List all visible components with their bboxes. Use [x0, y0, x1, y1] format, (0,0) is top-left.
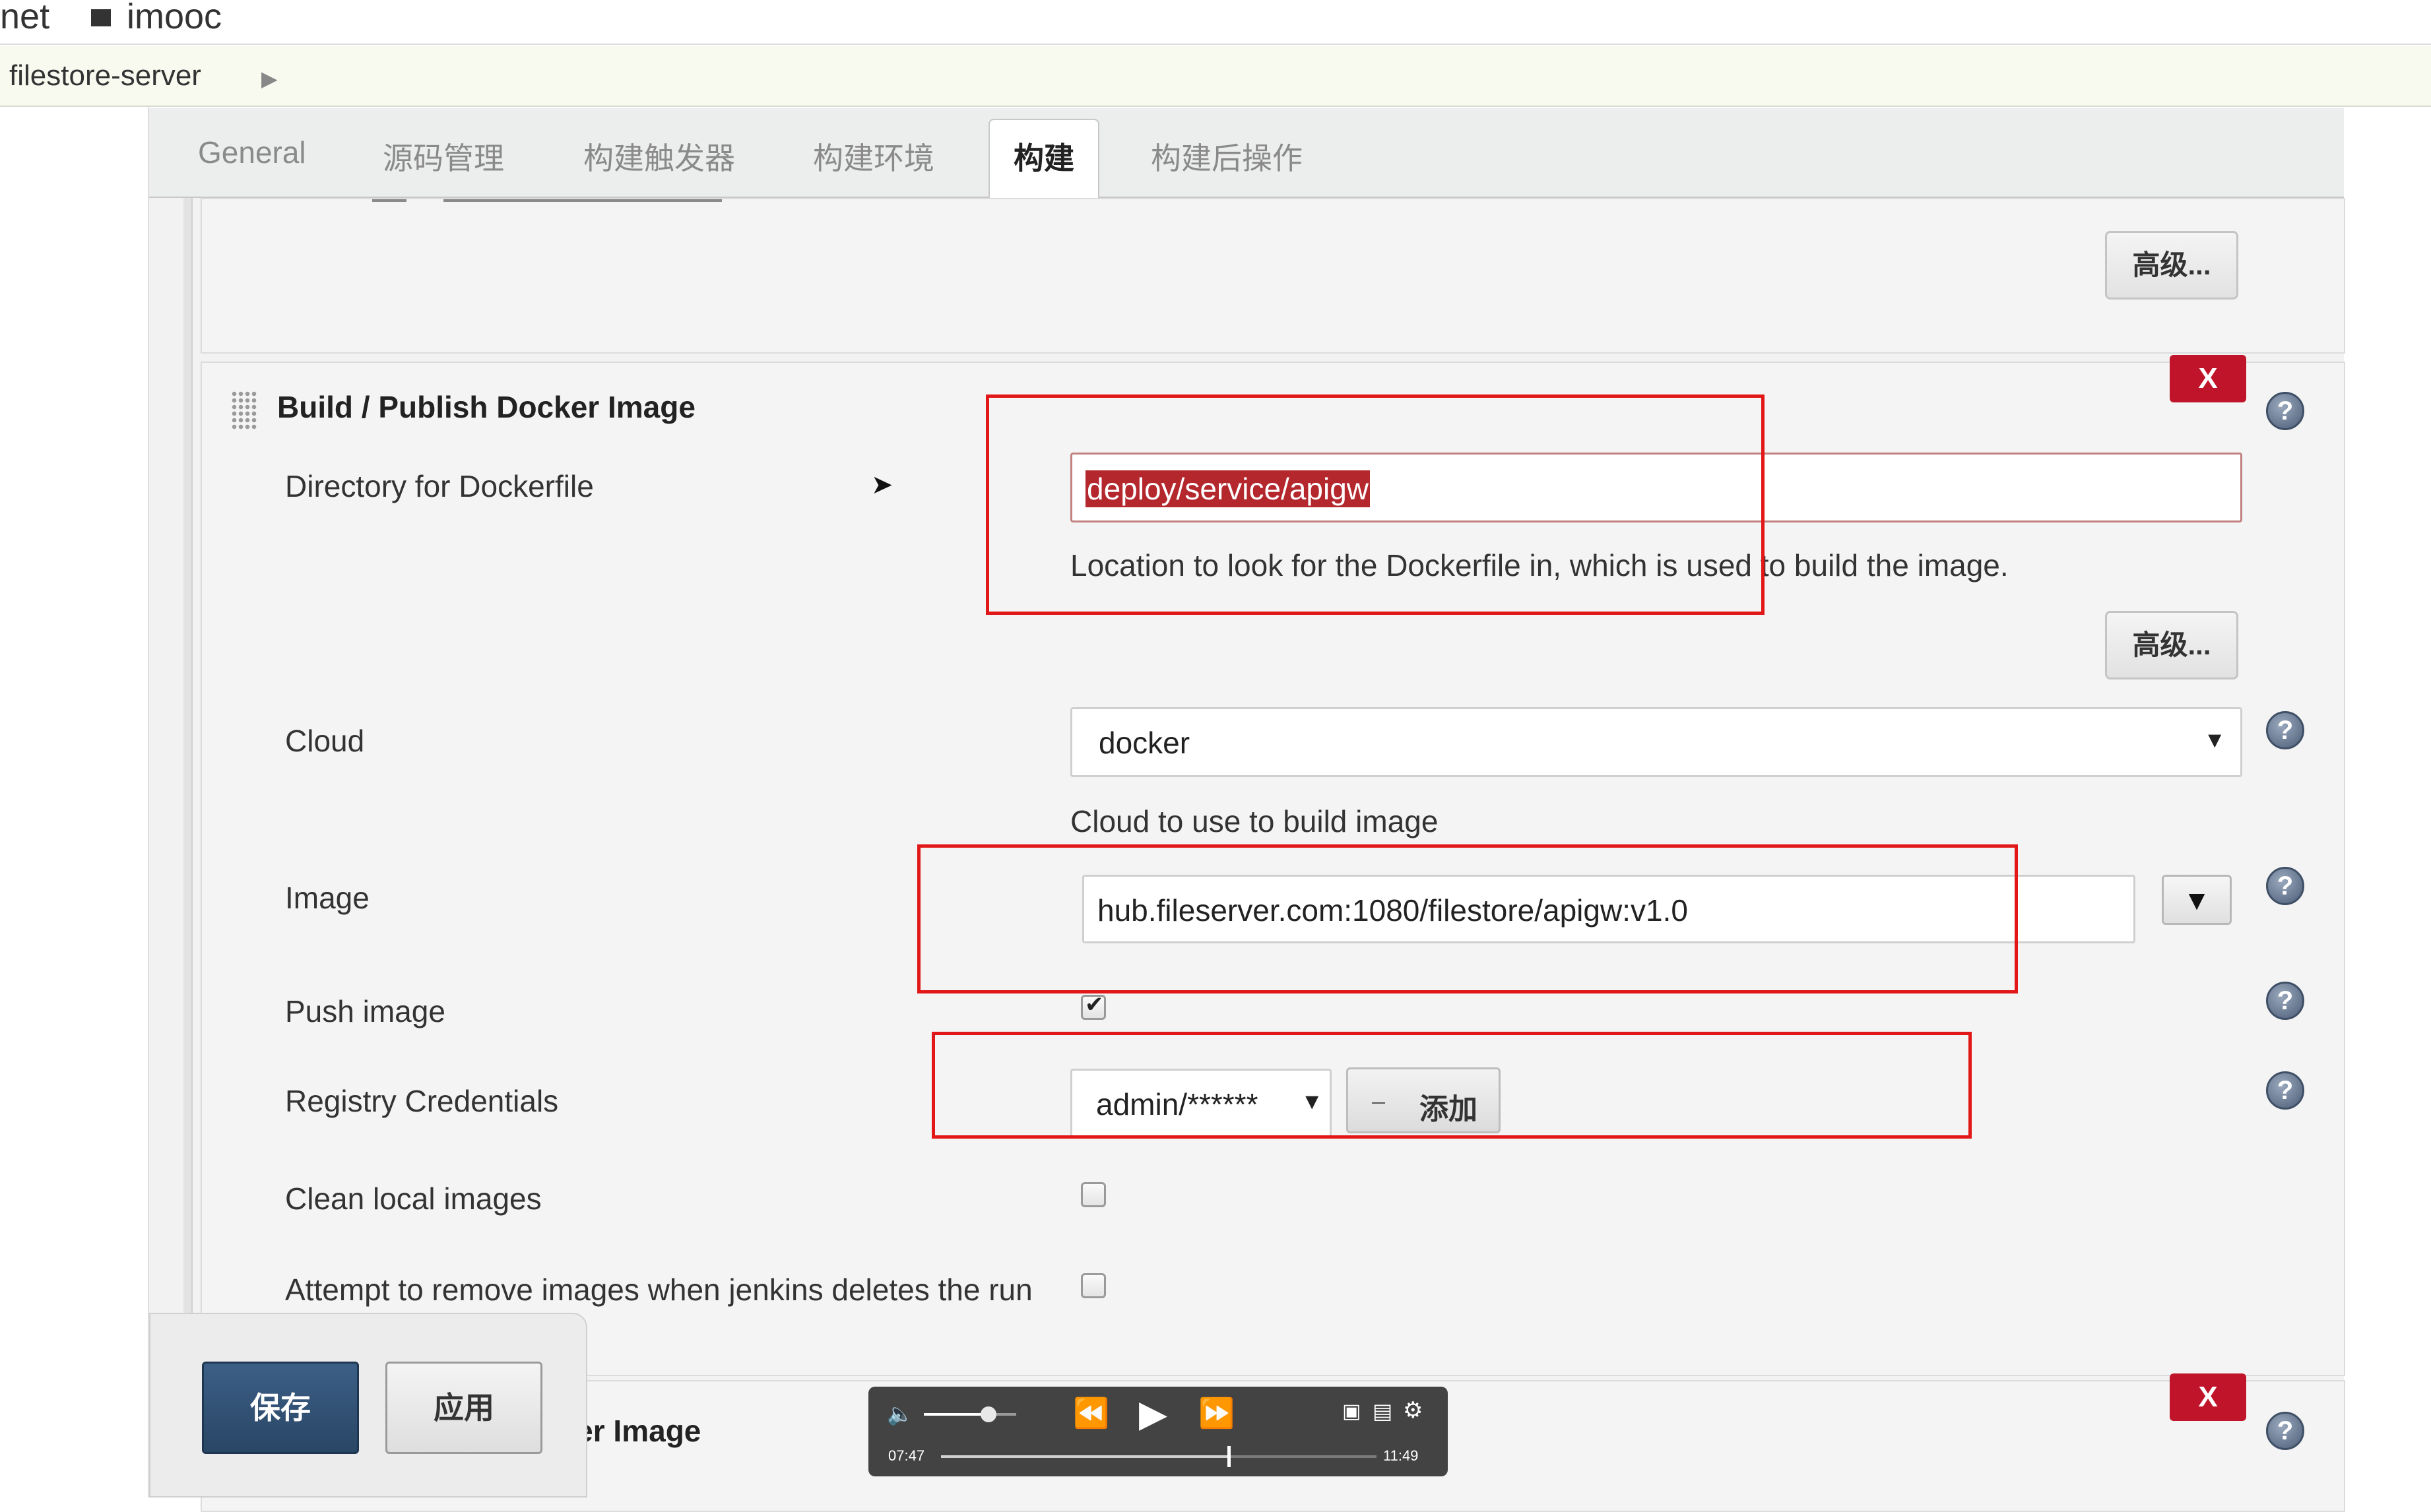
- remove-images-on-delete-label: Attempt to remove images when jenkins de…: [285, 1273, 1033, 1307]
- seek-playhead[interactable]: [1227, 1446, 1231, 1467]
- folder-icon: [91, 9, 111, 26]
- previous-build-step: [201, 198, 2345, 354]
- cloud-select[interactable]: docker ▼: [1070, 707, 2242, 777]
- seek-bar[interactable]: [941, 1446, 1377, 1467]
- save-button[interactable]: 保存: [202, 1362, 359, 1454]
- elapsed-time: 07:47: [888, 1447, 925, 1464]
- chapters-icon[interactable]: ▤: [1373, 1399, 1392, 1424]
- apply-button[interactable]: 应用: [385, 1362, 542, 1454]
- cloud-selected-value: docker: [1099, 726, 1190, 760]
- cropped-link-fragment: [443, 199, 722, 202]
- delete-step-button[interactable]: X: [2170, 355, 2246, 402]
- step-title: Build / Publish Docker Image: [277, 390, 696, 424]
- title-left-text: net: [0, 0, 50, 36]
- registry-credentials-label: Registry Credentials: [285, 1084, 559, 1118]
- help-icon[interactable]: ?: [2266, 1071, 2304, 1110]
- image-label: Image: [285, 881, 370, 915]
- video-player-controls: 🔈 ⏪ ▶ ⏩ ▣ ▤ ⚙ 07:47 11:49: [868, 1387, 1448, 1476]
- tab-general[interactable]: General: [198, 135, 306, 170]
- cropped-text-fragment: [372, 199, 406, 202]
- config-tab-strip: General 源码管理 构建触发器 构建环境 构建 构建后操作: [149, 108, 2344, 215]
- clean-local-images-label: Clean local images: [285, 1181, 542, 1216]
- help-icon[interactable]: ?: [2266, 867, 2304, 905]
- cloud-hint: Cloud to use to build image: [1070, 804, 1439, 838]
- drag-handle-icon[interactable]: [231, 391, 257, 430]
- mouse-cursor-icon: ➤: [871, 470, 893, 499]
- play-icon[interactable]: ▶: [1139, 1392, 1167, 1435]
- picture-in-picture-icon[interactable]: ▣: [1342, 1400, 1361, 1423]
- push-image-checkbox[interactable]: [1081, 992, 1106, 1020]
- image-dropdown-button[interactable]: ▼: [2162, 875, 2232, 925]
- help-icon[interactable]: ?: [2266, 711, 2304, 749]
- section-rule: [183, 198, 193, 1346]
- breadcrumb: filestore-server ▶: [0, 46, 2431, 107]
- cloud-label: Cloud: [285, 724, 365, 758]
- annotation-box-dockerfile: [986, 394, 1765, 615]
- window-title-bar: net imooc: [0, 0, 2431, 45]
- chevron-down-icon: ▼: [2203, 728, 2226, 753]
- push-image-label: Push image: [285, 994, 445, 1028]
- help-icon[interactable]: ?: [2266, 392, 2304, 430]
- settings-gear-icon[interactable]: ⚙: [1403, 1397, 1423, 1424]
- tab-build-environment[interactable]: 构建环境: [813, 135, 934, 178]
- volume-level: [924, 1413, 989, 1416]
- breadcrumb-project-link[interactable]: filestore-server: [9, 59, 201, 92]
- help-icon[interactable]: ?: [2266, 982, 2304, 1020]
- advanced-button-previous[interactable]: 高级...: [2105, 231, 2238, 299]
- total-duration: 11:49: [1383, 1447, 1419, 1464]
- tab-post-build-actions[interactable]: 构建后操作: [1151, 135, 1303, 178]
- volume-slider[interactable]: [924, 1406, 1016, 1422]
- tab-build-triggers[interactable]: 构建触发器: [583, 135, 735, 178]
- delete-next-step-button[interactable]: X: [2170, 1373, 2246, 1421]
- dockerfile-directory-label: Directory for Dockerfile: [285, 469, 594, 503]
- annotation-box-image: [917, 844, 2018, 993]
- fast-forward-icon[interactable]: ⏩: [1198, 1396, 1235, 1430]
- title-right-text: imooc: [127, 0, 222, 36]
- breadcrumb-arrow-icon[interactable]: ▶: [261, 66, 278, 91]
- seek-progress: [941, 1455, 1229, 1458]
- tab-source-control[interactable]: 源码管理: [383, 135, 504, 178]
- left-margin: [0, 107, 149, 1497]
- volume-knob[interactable]: [981, 1406, 996, 1422]
- help-icon[interactable]: ?: [2266, 1412, 2304, 1450]
- advanced-button-docker[interactable]: 高级...: [2105, 611, 2238, 679]
- volume-icon[interactable]: 🔈: [887, 1401, 913, 1426]
- clean-local-images-checkbox[interactable]: [1081, 1182, 1106, 1207]
- rewind-icon[interactable]: ⏪: [1073, 1396, 1109, 1430]
- remove-images-on-delete-checkbox[interactable]: [1081, 1273, 1106, 1298]
- annotation-box-credentials: [932, 1032, 1972, 1139]
